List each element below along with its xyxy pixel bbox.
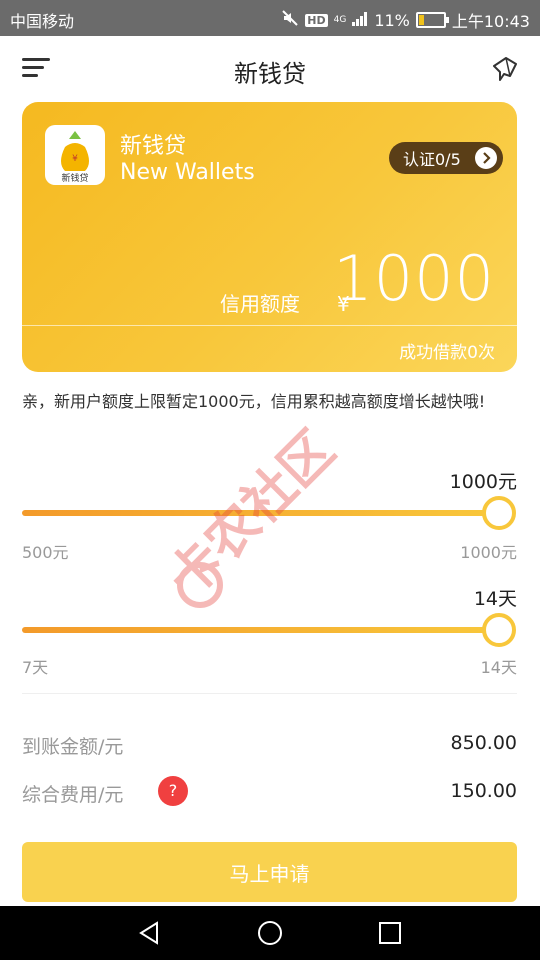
battery-icon (415, 12, 449, 28)
status-bar: 中国移动 HD 4G 11% 上午10:43 (0, 0, 540, 36)
credit-limit-amount: 1000 (333, 242, 495, 315)
status-icons: HD 4G 11% 上午10:43 (281, 8, 530, 32)
divider (22, 693, 517, 694)
verify-label: 认证0/5 (403, 150, 461, 169)
amount-slider: 1000元 500元 1000元 (22, 465, 517, 565)
amount-value: 1000元 (449, 471, 517, 493)
recents-square-icon[interactable] (377, 920, 403, 946)
home-circle-icon[interactable] (257, 920, 283, 946)
logo-text: 新钱贷 (61, 172, 88, 184)
page-title: 新钱贷 (234, 60, 306, 88)
signal-icon (352, 11, 368, 30)
mute-icon (281, 9, 299, 31)
system-nav-bar (0, 906, 540, 960)
app-header: 新钱贷 (0, 36, 540, 100)
help-icon[interactable]: ? (158, 776, 188, 806)
back-triangle-icon[interactable] (137, 920, 163, 946)
amount-max: 1000元 (460, 543, 517, 562)
term-thumb[interactable] (482, 613, 516, 647)
amount-track[interactable] (22, 510, 496, 516)
apply-button[interactable]: 马上申请 (22, 842, 517, 902)
network-icon: 4G (333, 15, 347, 25)
carrier-label: 中国移动 (10, 12, 75, 31)
clock: 上午10:43 (451, 12, 530, 31)
received-amount-label: 到账金额/元 (22, 736, 124, 758)
verify-button[interactable]: 认证0/5 (389, 142, 503, 174)
app-name: 新钱贷 (120, 134, 187, 159)
card-divider (22, 325, 517, 326)
credit-card: ¥ 新钱贷 新钱贷 New Wallets 认证0/5 信用额度 ¥ 1000 … (22, 102, 517, 372)
battery-percent: 11% (374, 10, 410, 30)
term-min: 7天 (22, 658, 49, 677)
credit-limit-label: 信用额度 (220, 292, 300, 316)
term-track[interactable] (22, 627, 496, 633)
chevron-right-icon (475, 147, 497, 169)
fee-value: 150.00 (450, 780, 517, 802)
app-name-english: New Wallets (120, 160, 255, 185)
amount-min: 500元 (22, 543, 69, 562)
loan-count-label: 成功借款0次 (399, 343, 495, 363)
term-value: 14天 (473, 588, 517, 610)
received-amount-value: 850.00 (450, 732, 517, 754)
amount-thumb[interactable] (482, 496, 516, 530)
term-max: 14天 (480, 658, 517, 677)
hd-icon: HD (305, 13, 328, 27)
limit-notice: 亲，新用户额度上限暂定1000元，信用累积越高额度增长越快哦! (22, 392, 486, 411)
message-icon[interactable] (490, 54, 520, 84)
term-slider: 14天 7天 14天 (22, 582, 517, 682)
app-logo: ¥ 新钱贷 (45, 125, 105, 185)
fee-label: 综合费用/元 (22, 784, 124, 806)
svg-text:¥: ¥ (72, 154, 78, 164)
